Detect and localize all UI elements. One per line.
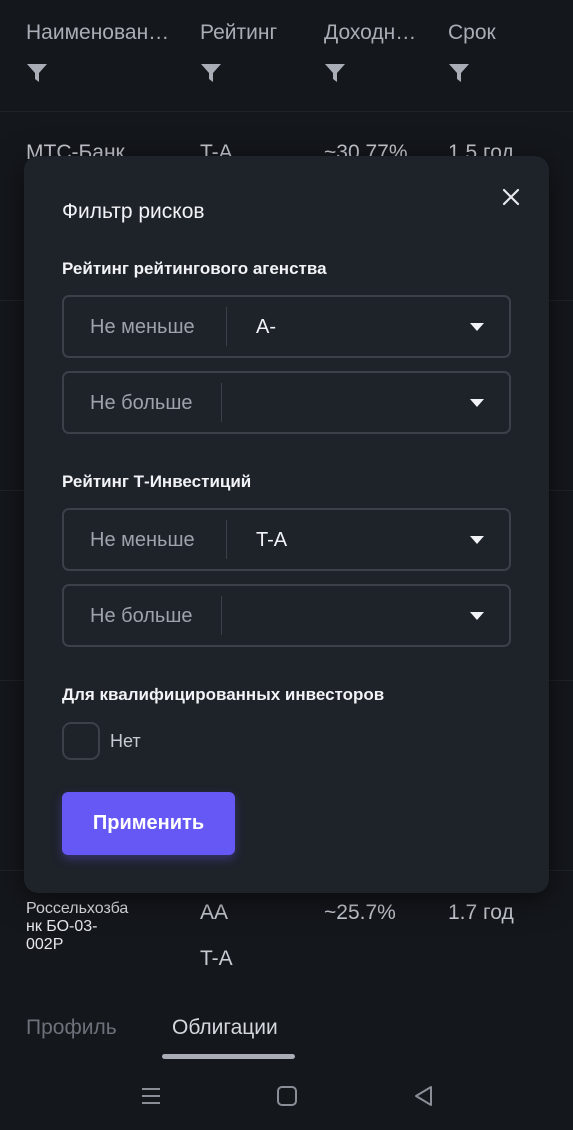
modal-title: Фильтр рисков bbox=[62, 200, 205, 223]
select-value: T-A bbox=[256, 529, 288, 551]
qualified-checkbox[interactable] bbox=[62, 722, 100, 760]
active-tab-indicator bbox=[162, 1054, 295, 1059]
bond-ratings: АА T-A bbox=[200, 900, 310, 972]
column-header-rating[interactable]: Рейтинг bbox=[200, 20, 310, 84]
select-label: Не больше bbox=[90, 605, 193, 627]
select-label: Не меньше bbox=[90, 316, 195, 338]
close-icon[interactable] bbox=[498, 184, 524, 210]
home-icon[interactable] bbox=[275, 1084, 299, 1108]
select-label: Не больше bbox=[90, 392, 193, 414]
select-value: A- bbox=[256, 316, 276, 338]
tab-profile[interactable]: Профиль bbox=[26, 1016, 117, 1040]
bottom-tabs: Профиль Облигации bbox=[0, 1012, 573, 1062]
filter-icon[interactable] bbox=[26, 62, 48, 84]
caret-down-icon bbox=[470, 323, 484, 331]
agency-rating-max-select[interactable]: Не больше bbox=[62, 371, 511, 434]
tinvest-rating: T-A bbox=[200, 947, 233, 970]
filter-icon[interactable] bbox=[448, 62, 470, 84]
apply-button[interactable]: Применить bbox=[62, 792, 235, 855]
qualified-checkbox-label: Нет bbox=[110, 731, 141, 751]
select-divider bbox=[226, 520, 227, 559]
column-header-label: Доходн… bbox=[324, 21, 417, 44]
tinvest-rating-min-select[interactable]: Не меньше T-A bbox=[62, 508, 511, 571]
column-header-label: Рейтинг bbox=[200, 21, 278, 44]
bond-name-line: 002Р bbox=[26, 936, 64, 953]
select-divider bbox=[221, 383, 222, 422]
column-header-term[interactable]: Срок bbox=[448, 20, 558, 84]
select-label: Не меньше bbox=[90, 529, 195, 551]
column-header-label: Наименован… bbox=[26, 21, 170, 44]
qualified-section-title: Для квалифицированных инвесторов bbox=[62, 685, 385, 704]
system-navigation-bar bbox=[0, 1070, 573, 1130]
column-header-name[interactable]: Наименован… bbox=[26, 20, 186, 84]
table-header: Наименован… Рейтинг Доходн… Срок bbox=[0, 0, 573, 112]
select-divider bbox=[226, 307, 227, 346]
caret-down-icon bbox=[470, 399, 484, 407]
risk-filter-modal: Фильтр рисков Рейтинг рейтингового агенс… bbox=[24, 156, 549, 893]
bond-term: 1.7 год bbox=[448, 901, 514, 924]
agency-rating-section-title: Рейтинг рейтингового агенства bbox=[62, 259, 327, 278]
column-header-label: Срок bbox=[448, 21, 496, 44]
bond-name-line: Россельхозба bbox=[26, 900, 129, 917]
back-icon[interactable] bbox=[412, 1084, 436, 1108]
select-divider bbox=[221, 596, 222, 635]
tab-bonds[interactable]: Облигации bbox=[172, 1016, 278, 1040]
filter-icon[interactable] bbox=[200, 62, 222, 84]
tinvest-rating-section-title: Рейтинг Т-Инвестиций bbox=[62, 472, 252, 491]
filter-icon[interactable] bbox=[324, 62, 346, 84]
bond-name: Россельхозба нк БО-03- 002Р bbox=[26, 900, 186, 954]
bond-name-line: нк БО-03- bbox=[26, 918, 98, 935]
caret-down-icon bbox=[470, 536, 484, 544]
menu-icon[interactable] bbox=[139, 1084, 163, 1108]
tinvest-rating-max-select[interactable]: Не больше bbox=[62, 584, 511, 647]
agency-rating-min-select[interactable]: Не меньше A- bbox=[62, 295, 511, 358]
agency-rating: АА bbox=[200, 901, 229, 924]
caret-down-icon bbox=[470, 612, 484, 620]
column-header-yield[interactable]: Доходн… bbox=[324, 20, 434, 84]
bond-yield: ~25.7% bbox=[324, 901, 396, 924]
